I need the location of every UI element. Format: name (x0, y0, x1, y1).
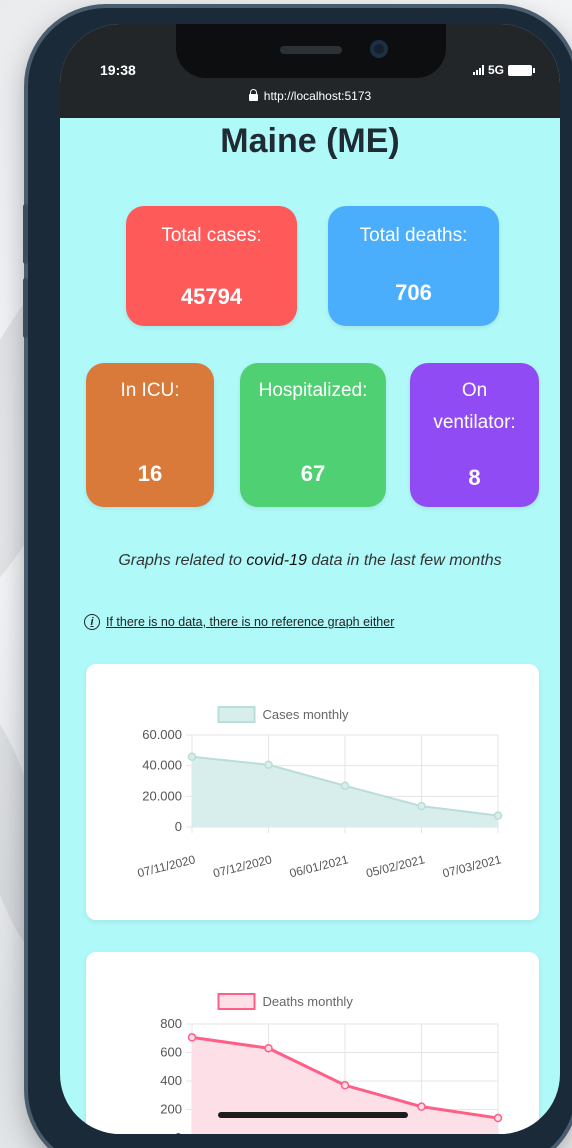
legend-label: Deaths monthly (263, 994, 354, 1009)
caption-text-end: data in the last few months (306, 552, 502, 569)
y-tick-label: 0 (175, 819, 182, 834)
hospitalized-card: Hospitalized: 67 (240, 363, 386, 507)
data-point (340, 781, 350, 791)
phone-screen: 19:38 5G http://localhost:5173 Maine (ME… (60, 24, 560, 1134)
hospitalized-value: 67 (300, 461, 326, 486)
data-point (417, 801, 426, 811)
y-tick-label: 20.000 (142, 788, 182, 803)
page-title: Maine (ME) (220, 122, 400, 160)
x-tick-label: 07/03/2021 (441, 852, 503, 880)
home-indicator[interactable] (218, 1112, 408, 1118)
data-point (340, 1081, 350, 1090)
total-cases-value: 45794 (180, 284, 243, 309)
legend-label: Cases monthly (263, 707, 349, 722)
info-icon: i (84, 614, 100, 630)
volume-button (23, 278, 28, 338)
address-bar[interactable]: http://localhost:5173 (60, 89, 560, 103)
total-deaths-value: 706 (395, 280, 432, 305)
data-point (493, 811, 503, 820)
data-point (187, 1033, 197, 1042)
no-data-note-text[interactable]: If there is no data, there is no referen… (106, 615, 394, 629)
deaths-monthly-chart: Deaths monthly 800 600 400 200 0 (160, 993, 503, 1134)
ventilator-label-line2: ventilator: (433, 412, 516, 433)
volume-button (23, 204, 28, 264)
speaker-grille (280, 46, 342, 54)
caption-highlight: covid-19 (246, 552, 307, 569)
cases-monthly-chart: Cases monthly 60.000 40.000 20.000 0 07/11/20… (136, 706, 503, 880)
data-point (187, 752, 197, 762)
x-tick-label: 05/02/2021 (365, 852, 427, 880)
notch (176, 24, 446, 78)
data-point (264, 760, 273, 769)
legend-swatch (217, 993, 256, 1010)
url-text: http://localhost:5173 (263, 89, 372, 103)
y-tick-label: 200 (160, 1102, 182, 1117)
y-tick-label: 400 (160, 1073, 182, 1088)
total-deaths-card: Total deaths: 706 (328, 206, 499, 326)
battery-icon (508, 64, 535, 76)
network-type: 5G (487, 63, 504, 77)
no-data-note[interactable]: i If there is no data, there is no refer… (84, 614, 394, 630)
total-deaths-label: Total deaths: (359, 225, 468, 246)
y-tick-label: 60.000 (142, 727, 182, 742)
ventilator-value: 8 (468, 465, 481, 490)
caption-text: Graphs related to (118, 552, 247, 569)
signal-icon (472, 65, 484, 75)
status-time: 19:38 (100, 62, 136, 78)
data-point (264, 1043, 273, 1053)
x-tick-label: 07/11/2020 (136, 852, 197, 880)
icu-card: In ICU: 16 (86, 363, 214, 507)
deaths-chart-card: Deaths monthly 800 600 400 200 0 (86, 952, 539, 1134)
hospitalized-label: Hospitalized: (258, 380, 368, 401)
ventilator-card: On ventilator: 8 (410, 363, 539, 507)
status-indicators: 5G (472, 63, 535, 77)
y-tick-label: 600 (160, 1045, 182, 1060)
camera-icon (370, 40, 388, 58)
y-tick-label: 0 (175, 1130, 182, 1134)
graphs-caption: Graphs related to covid-19 data in the l… (60, 552, 560, 570)
legend-swatch (217, 706, 256, 723)
x-tick-label: 07/12/2020 (212, 852, 274, 880)
ventilator-label-line1: On (461, 380, 488, 401)
cases-chart-card: Cases monthly 60.000 40.000 20.000 0 07/11/20… (86, 664, 539, 920)
icu-value: 16 (137, 461, 163, 486)
total-cases-label: Total cases: (161, 225, 262, 246)
total-cases-card: Total cases: 45794 (126, 206, 297, 326)
browser-top-bar: 19:38 5G http://localhost:5173 (60, 24, 560, 118)
x-tick-label: 06/01/2021 (288, 852, 350, 880)
y-tick-label: 40.000 (142, 758, 182, 773)
data-point (417, 1102, 426, 1111)
y-tick-label: 800 (160, 1016, 182, 1031)
lock-icon (248, 89, 258, 101)
icu-label: In ICU: (120, 380, 180, 401)
data-point (493, 1113, 503, 1123)
